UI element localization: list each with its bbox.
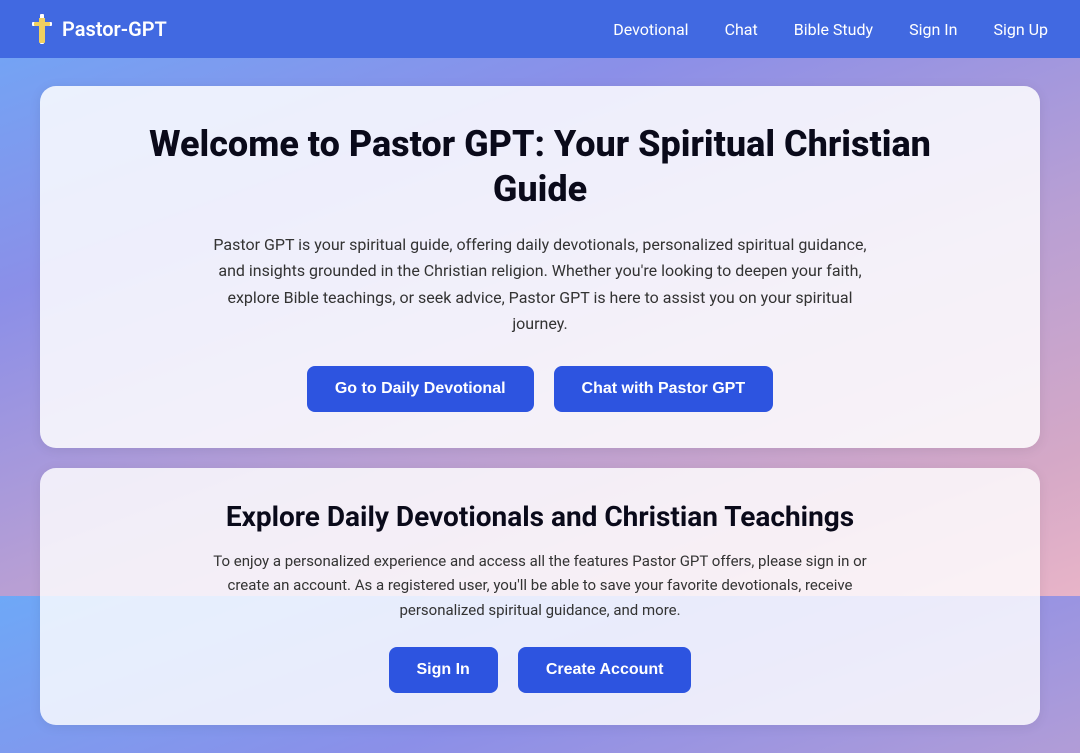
- create-account-button[interactable]: Create Account: [518, 647, 692, 693]
- secondary-buttons: Sign In Create Account: [100, 647, 980, 693]
- brand-name: Pastor-GPT: [62, 17, 167, 41]
- nav-chat[interactable]: Chat: [725, 20, 758, 39]
- brand-logo[interactable]: Pastor-GPT: [32, 14, 167, 44]
- chat-with-pastor-button[interactable]: Chat with Pastor GPT: [554, 366, 774, 412]
- page-content: Welcome to Pastor GPT: Your Spiritual Ch…: [0, 58, 1080, 753]
- hero-description: Pastor GPT is your spiritual guide, offe…: [200, 232, 880, 338]
- secondary-description: To enjoy a personalized experience and a…: [200, 549, 880, 623]
- navbar-links: Devotional Chat Bible Study Sign In Sign…: [613, 20, 1048, 39]
- nav-sign-up[interactable]: Sign Up: [993, 20, 1048, 39]
- cross-icon: [32, 14, 52, 44]
- nav-bible-study[interactable]: Bible Study: [794, 20, 873, 39]
- nav-sign-in[interactable]: Sign In: [909, 20, 957, 39]
- hero-card: Welcome to Pastor GPT: Your Spiritual Ch…: [40, 86, 1040, 448]
- nav-devotional[interactable]: Devotional: [613, 20, 688, 39]
- hero-buttons: Go to Daily Devotional Chat with Pastor …: [100, 366, 980, 412]
- go-to-devotional-button[interactable]: Go to Daily Devotional: [307, 366, 534, 412]
- sign-in-button[interactable]: Sign In: [389, 647, 498, 693]
- secondary-card: Explore Daily Devotionals and Christian …: [40, 468, 1040, 725]
- navbar: Pastor-GPT Devotional Chat Bible Study S…: [0, 0, 1080, 58]
- hero-title: Welcome to Pastor GPT: Your Spiritual Ch…: [100, 122, 980, 212]
- secondary-title: Explore Daily Devotionals and Christian …: [100, 500, 980, 533]
